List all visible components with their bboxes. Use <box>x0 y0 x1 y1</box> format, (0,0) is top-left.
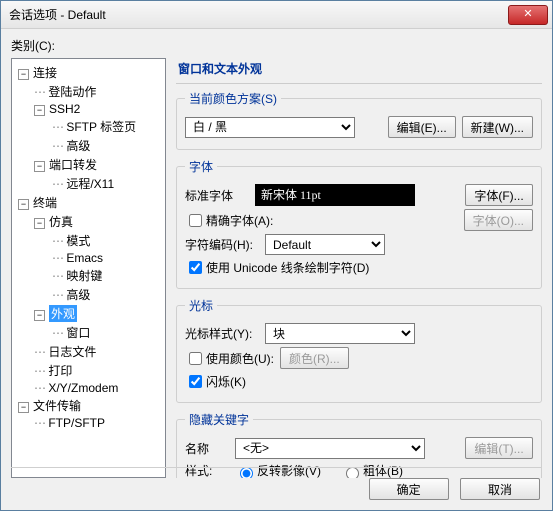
group-legend: 光标 <box>185 297 217 314</box>
titlebar: 会话选项 - Default ✕ <box>1 1 552 29</box>
tree-node[interactable]: ⋯ 登陆动作 <box>12 82 165 101</box>
dialog-footer: 确定 取消 <box>361 478 540 500</box>
tree-node[interactable]: ⋯ 模式 <box>12 231 165 250</box>
category-label: 类别(C): <box>11 37 542 54</box>
section-title: 窗口和文本外观 <box>176 58 542 84</box>
color-scheme-group: 当前颜色方案(S) 白 / 黑 编辑(E)... 新建(W)... <box>176 90 542 150</box>
font-group: 字体 标准字体 新宋体 11pt 字体(F)... 精确字体(A): 字体(O)… <box>176 158 542 289</box>
close-button[interactable]: ✕ <box>508 5 548 25</box>
blink-label: 闪烁(K) <box>206 373 246 390</box>
standard-font-label: 标准字体 <box>185 187 255 204</box>
category-tree[interactable]: −连接 ⋯ 登陆动作 −SSH2 ⋯ SFTP 标签页 ⋯ 高级 −端口转发 ⋯… <box>11 58 166 478</box>
font-button[interactable]: 字体(F)... <box>465 184 533 206</box>
cursor-color-button: 颜色(R)... <box>280 347 349 369</box>
cursor-group: 光标 光标样式(Y): 块 使用颜色(U): 颜色(R)... 闪烁(K) <box>176 297 542 403</box>
cursor-style-select[interactable]: 块 <box>265 323 415 344</box>
tree-node[interactable]: −终端 <box>12 193 165 212</box>
ok-button[interactable]: 确定 <box>369 478 449 500</box>
tree-node[interactable]: ⋯ 窗口 <box>12 323 165 342</box>
tree-node[interactable]: −文件传输 <box>12 396 165 415</box>
reverse-radio[interactable] <box>240 467 253 478</box>
tree-node[interactable]: ⋯ SFTP 标签页 <box>12 117 165 136</box>
edit-keywords-button: 编辑(T)... <box>465 437 533 459</box>
settings-panel: 窗口和文本外观 当前颜色方案(S) 白 / 黑 编辑(E)... 新建(W)..… <box>166 58 542 478</box>
narrow-font-checkbox[interactable] <box>189 214 202 227</box>
dialog-window: 会话选项 - Default ✕ 类别(C): −连接 ⋯ 登陆动作 −SSH2… <box>0 0 553 511</box>
tree-node[interactable]: ⋯ 日志文件 <box>12 342 165 361</box>
tree-node-selected[interactable]: −外观 <box>12 304 165 323</box>
edit-color-button[interactable]: 编辑(E)... <box>388 116 456 138</box>
encoding-select[interactable]: Default <box>265 234 385 255</box>
unicode-lines-checkbox[interactable] <box>189 261 202 274</box>
blink-checkbox[interactable] <box>189 375 202 388</box>
group-legend: 当前颜色方案(S) <box>185 90 281 107</box>
encoding-label: 字符编码(H): <box>185 236 265 253</box>
tree-node[interactable]: −端口转发 <box>12 155 165 174</box>
name-select[interactable]: <无> <box>235 438 425 459</box>
font-display: 新宋体 11pt <box>255 184 415 206</box>
cancel-button[interactable]: 取消 <box>460 478 540 500</box>
bold-radio[interactable] <box>346 467 359 478</box>
cursor-style-label: 光标样式(Y): <box>185 325 265 342</box>
tree-node[interactable]: −SSH2 <box>12 101 165 117</box>
style-label: 样式: <box>185 462 235 478</box>
name-label: 名称 <box>185 440 235 457</box>
tree-node[interactable]: ⋯ FTP/SFTP <box>12 415 165 431</box>
tree-node[interactable]: ⋯ 映射键 <box>12 266 165 285</box>
tree-node[interactable]: ⋯ 高级 <box>12 285 165 304</box>
separator <box>11 467 542 468</box>
bold-radio-label[interactable]: 粗体(B) <box>341 462 403 478</box>
narrow-font-label: 精确字体(A): <box>206 212 273 229</box>
unicode-lines-label: 使用 Unicode 线条绘制字符(D) <box>206 259 369 276</box>
tree-node[interactable]: ⋯ 远程/X11 <box>12 174 165 193</box>
tree-node[interactable]: −仿真 <box>12 212 165 231</box>
group-legend: 字体 <box>185 158 217 175</box>
tree-node[interactable]: ⋯ 打印 <box>12 361 165 380</box>
new-color-button[interactable]: 新建(W)... <box>462 116 533 138</box>
use-color-checkbox[interactable] <box>189 352 202 365</box>
window-title: 会话选项 - Default <box>9 6 508 23</box>
group-legend: 隐藏关键字 <box>185 411 253 428</box>
reverse-radio-label[interactable]: 反转影像(V) <box>235 462 321 478</box>
tree-node[interactable]: ⋯ 高级 <box>12 136 165 155</box>
color-scheme-select[interactable]: 白 / 黑 <box>185 117 355 138</box>
use-color-label: 使用颜色(U): <box>206 350 274 367</box>
tree-node[interactable]: ⋯ X/Y/Zmodem <box>12 380 165 396</box>
tree-node[interactable]: ⋯ Emacs <box>12 250 165 266</box>
tree-node[interactable]: −连接 <box>12 63 165 82</box>
narrow-font-button: 字体(O)... <box>464 209 533 231</box>
